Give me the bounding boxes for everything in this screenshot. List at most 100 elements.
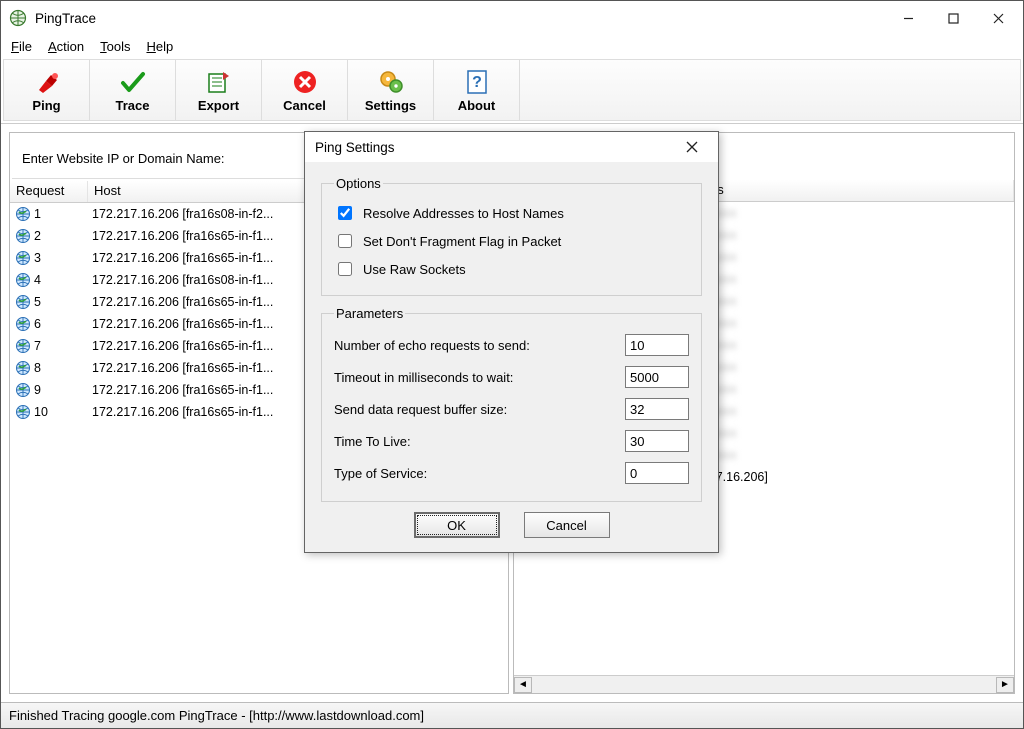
cell-address: xxxxxxxxxx: [670, 250, 1014, 264]
buffer-label: Send data request buffer size:: [334, 402, 625, 417]
col-address[interactable]: Address: [670, 180, 1014, 201]
cell-address: xxxxxxxxxx: [670, 382, 1014, 396]
cell-address: xxxxxxxxxx: [670, 228, 1014, 242]
globe-icon: [15, 206, 31, 222]
titlebar: PingTrace: [1, 1, 1023, 35]
hscrollbar[interactable]: ◄ ►: [514, 675, 1014, 693]
close-button[interactable]: [976, 3, 1021, 33]
tos-input[interactable]: [625, 462, 689, 484]
fragment-label: Set Don't Fragment Flag in Packet: [363, 234, 561, 249]
window-title: PingTrace: [35, 11, 886, 26]
resolve-checkbox[interactable]: [338, 206, 352, 220]
resolve-label: Resolve Addresses to Host Names: [363, 206, 564, 221]
toolbar-export-label: Export: [198, 98, 239, 113]
ping-settings-dialog: Ping Settings Options Resolve Addresses …: [304, 131, 719, 553]
buffer-input[interactable]: [625, 398, 689, 420]
cell-address: xxxxxxxxxx: [670, 338, 1014, 352]
cell-address: xxxxxxxxxx: [670, 404, 1014, 418]
toolbar-settings[interactable]: Settings: [348, 60, 434, 120]
cancel-icon: [291, 68, 319, 96]
tos-row: Type of Service:: [334, 457, 689, 489]
dialog-buttons: OK Cancel: [321, 512, 702, 538]
menubar: File Action Tools Help: [1, 35, 1023, 57]
toolbar-ping[interactable]: Ping: [4, 60, 90, 120]
menu-file[interactable]: File: [5, 37, 38, 56]
cancel-button[interactable]: Cancel: [524, 512, 610, 538]
echo-row: Number of echo requests to send:: [334, 329, 689, 361]
globe-icon: [15, 404, 31, 420]
menu-help[interactable]: Help: [140, 37, 179, 56]
cell-request: 4: [10, 272, 88, 288]
raw-checkbox[interactable]: [338, 262, 352, 276]
echo-input[interactable]: [625, 334, 689, 356]
cell-request: 3: [10, 250, 88, 266]
ttl-input[interactable]: [625, 430, 689, 452]
parameters-legend: Parameters: [334, 306, 405, 321]
globe-icon: [15, 250, 31, 266]
toolbar-export[interactable]: Export: [176, 60, 262, 120]
dialog-title: Ping Settings: [315, 140, 672, 155]
timeout-input[interactable]: [625, 366, 689, 388]
cell-request: 2: [10, 228, 88, 244]
cell-address: xxxxxxxxxx: [670, 316, 1014, 330]
scroll-left-icon[interactable]: ◄: [514, 677, 532, 693]
gear-icon: [377, 68, 405, 96]
globe-icon: [15, 228, 31, 244]
raw-label: Use Raw Sockets: [363, 262, 466, 277]
timeout-label: Timeout in milliseconds to wait:: [334, 370, 625, 385]
col-request[interactable]: Request: [10, 181, 88, 202]
tos-label: Type of Service:: [334, 466, 625, 481]
ok-button[interactable]: OK: [414, 512, 500, 538]
cell-request: 7: [10, 338, 88, 354]
echo-label: Number of echo requests to send:: [334, 338, 625, 353]
globe-icon: [15, 338, 31, 354]
dialog-close-button[interactable]: [672, 135, 712, 159]
toolbar-settings-label: Settings: [365, 98, 416, 113]
scroll-right-icon[interactable]: ►: [996, 677, 1014, 693]
toolbar-wrap: Ping Trace Export Cancel Settings ? Abou…: [1, 57, 1023, 124]
cell-request: 8: [10, 360, 88, 376]
globe-icon: [15, 272, 31, 288]
globe-icon: [15, 360, 31, 376]
buffer-row: Send data request buffer size:: [334, 393, 689, 425]
app-icon: [9, 9, 27, 27]
export-icon: [205, 68, 233, 96]
fragment-checkbox-row[interactable]: Set Don't Fragment Flag in Packet: [334, 227, 689, 255]
cell-address: xxxxxxxxxx: [670, 272, 1014, 286]
cell-request: 10: [10, 404, 88, 420]
dialog-titlebar: Ping Settings: [305, 132, 718, 162]
ttl-row: Time To Live:: [334, 425, 689, 457]
cell-request: 1: [10, 206, 88, 222]
question-icon: ?: [463, 68, 491, 96]
pin-icon: [33, 68, 61, 96]
domain-input-label: Enter Website IP or Domain Name:: [22, 151, 225, 166]
raw-checkbox-row[interactable]: Use Raw Sockets: [334, 255, 689, 283]
cell-address: xxxxxxxxxx: [670, 294, 1014, 308]
toolbar-about-label: About: [458, 98, 496, 113]
toolbar-cancel[interactable]: Cancel: [262, 60, 348, 120]
globe-icon: [15, 316, 31, 332]
status-text: Finished Tracing google.com PingTrace - …: [9, 708, 424, 723]
cell-request: 5: [10, 294, 88, 310]
dialog-body: Options Resolve Addresses to Host Names …: [305, 162, 718, 552]
menu-action[interactable]: Action: [42, 37, 90, 56]
parameters-group: Parameters Number of echo requests to se…: [321, 306, 702, 502]
cell-address: xxxxxxxxxx: [670, 206, 1014, 220]
toolbar-ping-label: Ping: [32, 98, 60, 113]
timeout-row: Timeout in milliseconds to wait:: [334, 361, 689, 393]
fragment-checkbox[interactable]: [338, 234, 352, 248]
toolbar-trace[interactable]: Trace: [90, 60, 176, 120]
cell-request: 6: [10, 316, 88, 332]
cell-address: xxxxxxxxxx: [670, 448, 1014, 462]
statusbar: Finished Tracing google.com PingTrace - …: [1, 702, 1023, 728]
resolve-checkbox-row[interactable]: Resolve Addresses to Host Names: [334, 199, 689, 227]
toolbar-about[interactable]: ? About: [434, 60, 520, 120]
minimize-button[interactable]: [886, 3, 931, 33]
menu-tools[interactable]: Tools: [94, 37, 136, 56]
globe-icon: [15, 382, 31, 398]
ttl-label: Time To Live:: [334, 434, 625, 449]
svg-text:?: ?: [472, 74, 482, 91]
options-group: Options Resolve Addresses to Host Names …: [321, 176, 702, 296]
maximize-button[interactable]: [931, 3, 976, 33]
main-window: PingTrace File Action Tools Help Ping Tr…: [0, 0, 1024, 729]
